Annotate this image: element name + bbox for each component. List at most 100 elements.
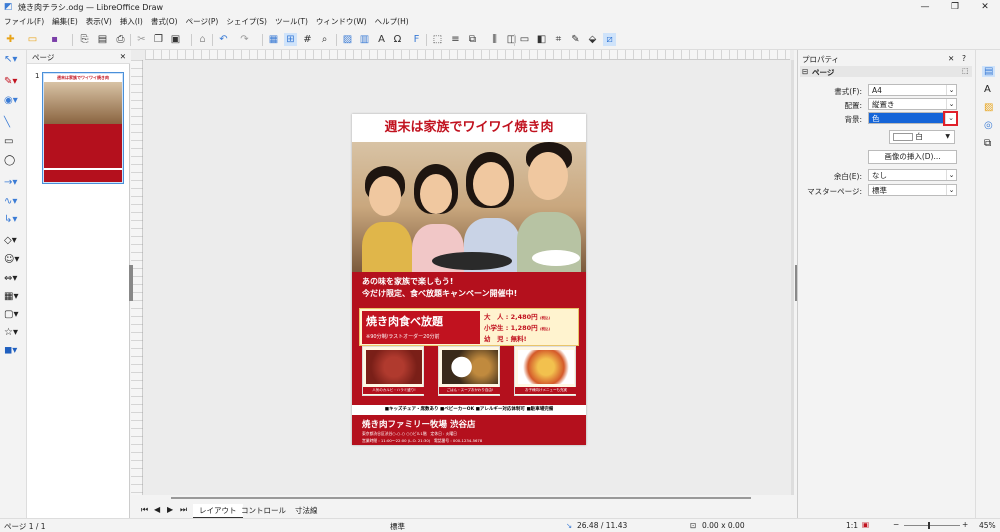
zoom-slider-handle[interactable] [928,522,930,529]
menu-shape[interactable]: シェイプ(S) [222,14,271,29]
paste-icon[interactable]: ▣ [169,33,182,46]
menu-edit[interactable]: 編集(E) [48,14,82,29]
drawing-toolbar: ↖▾ ✎▾ ◉▾ ╲ ▭ ◯ →▾ ∿▾ ↳▾ ◇▾ ☺▾ ⇔▾ ▦▾ ▢▾ ☆… [0,50,27,518]
last-page-icon[interactable]: ⏭ [180,505,187,515]
properties-deck-icon[interactable]: ▤ [982,66,996,77]
undo-icon[interactable]: ↶ [217,33,230,46]
styles-deck-icon[interactable]: A [984,84,991,95]
helplines-icon[interactable]: ⊞ [284,33,297,46]
menu-tools[interactable]: ツール(T) [271,14,312,29]
flowchart-icon[interactable]: ▦▾ [4,290,22,304]
symbol-shapes-icon[interactable]: ☺▾ [4,253,22,267]
prev-page-icon[interactable]: ◀ [154,505,160,514]
menu-help[interactable]: ヘルプ(H) [371,14,413,29]
callouts-icon[interactable]: ▢▾ [4,308,22,322]
zoom-out-icon[interactable]: − [893,520,899,529]
minimize-button[interactable]: — [910,0,940,14]
margin-dropdown[interactable]: なし ⌄ [868,169,957,181]
orientation-dropdown[interactable]: 縦置き ⌄ [868,98,957,110]
menu-insert[interactable]: 挿入(I) [116,14,147,29]
filter-icon[interactable]: ◧ [535,33,548,46]
chart-icon[interactable]: ▥ [358,33,371,46]
stars-icon[interactable]: ☆▾ [4,326,22,340]
store-hours: 営業時間 : 11:00〜22:00 (L.O. 21:30) 電話番号 : 0… [362,438,483,443]
maximize-button[interactable]: ❐ [940,0,970,14]
zoom-in-icon[interactable]: + [962,520,968,529]
shapes-deck-icon[interactable]: ⧉ [984,138,991,149]
line-tool-icon[interactable]: ╲ [4,116,22,130]
price-adult-tax: (税込) [539,316,551,320]
pane-collapse-handle[interactable] [129,265,133,301]
export-icon[interactable]: ⎘ [78,33,91,46]
gallery-deck-icon[interactable]: ▨ [984,102,993,113]
rectangle-tool-icon[interactable]: ▭ [4,135,22,149]
close-button[interactable]: ✕ [970,0,1000,14]
sidebar-menu-icon[interactable]: ? [962,54,966,63]
curve-tool-icon[interactable]: ∿▾ [4,195,22,209]
glue-icon[interactable]: ✎ [569,33,582,46]
tab-dimensions[interactable]: 寸法線 [295,505,318,516]
snap-icon[interactable]: # [301,33,314,46]
chevron-down-icon[interactable]: ⌄ [943,111,958,126]
3d-objects-icon[interactable]: ◼▾ [4,344,22,358]
toggle-extrusion-icon[interactable]: ⬙ [586,33,599,46]
insert-image-button[interactable]: 画像の挿入(D)... [868,150,957,164]
tab-controls[interactable]: コントロール [241,505,286,516]
menu-window[interactable]: ウィンドウ(W) [312,14,371,29]
background-color-picker[interactable]: 白 ▼ [889,130,955,144]
ellipse-tool-icon[interactable]: ◯ [4,154,22,168]
menu-page[interactable]: ページ(P) [182,14,223,29]
zoom-slider[interactable] [904,525,960,526]
block-arrows-icon[interactable]: ⇔▾ [4,272,22,286]
menu-format[interactable]: 書式(O) [147,14,182,29]
cut-icon[interactable]: ✂ [135,33,148,46]
crop-icon[interactable]: ▭ [518,33,531,46]
menu-view[interactable]: 表示(V) [82,14,116,29]
page-thumbnail[interactable]: 週末は家族でワイワイ焼き肉 [42,72,124,184]
more-options-icon[interactable]: ⬚ [962,67,969,75]
zoom-icon[interactable]: ⌕ [318,33,331,46]
new-icon[interactable]: ✚ [4,33,17,46]
flyer-page[interactable]: 週末は家族でワイワイ焼き肉 あの味を家族で楽しもう! 今だけ限定、食べ放題キャン… [352,114,586,445]
copy-icon[interactable]: ❐ [152,33,165,46]
text-icon[interactable]: A [375,33,388,46]
grid-icon[interactable]: ▦ [267,33,280,46]
connector-tool-icon[interactable]: ↳▾ [4,213,22,227]
select-icon[interactable]: ⧄ [603,33,616,46]
clone-icon[interactable]: ⌂ [196,33,209,46]
line-color-icon[interactable]: ✎▾ [4,75,22,89]
tab-layout[interactable]: レイアウト [193,504,243,519]
save-icon[interactable]: ▪ [48,33,61,46]
color-swatch [893,133,913,141]
arrow-tool-icon[interactable]: →▾ [4,176,22,190]
arrange-icon[interactable]: ⧉ [466,33,479,46]
vertical-scrollbar[interactable] [791,60,794,495]
size-icon: ⊡ [690,521,697,530]
menu-file[interactable]: ファイル(F) [0,14,48,29]
sidebar-close-icon[interactable]: ✕ [948,54,954,63]
master-page-dropdown[interactable]: 標準 ⌄ [868,184,957,196]
background-dropdown[interactable]: 色 ⌄ [868,111,958,126]
fill-color-icon[interactable]: ◉▾ [4,94,22,108]
collapse-icon[interactable]: ⊟ [802,67,808,76]
navigator-deck-icon[interactable]: ◎ [984,120,993,131]
shadow-icon[interactable]: ◫ [505,33,518,46]
first-page-icon[interactable]: ⏮ [141,505,148,515]
image-icon[interactable]: ▨ [341,33,354,46]
transform-icon[interactable]: ⬚ [431,33,444,46]
select-tool-icon[interactable]: ↖▾ [4,53,22,67]
print-icon[interactable]: ⎙ [114,33,127,46]
next-page-icon[interactable]: ▶ [167,505,173,514]
points-icon[interactable]: ⌗ [552,33,565,46]
special-char-icon[interactable]: Ω [391,33,404,46]
open-icon[interactable]: ▭ [26,33,39,46]
redo-icon[interactable]: ↷ [238,33,251,46]
fontwork-icon[interactable]: F [410,33,423,46]
align-icon[interactable]: ≡ [449,33,462,46]
horizontal-scrollbar[interactable] [171,497,751,499]
format-dropdown[interactable]: A4 ⌄ [868,84,957,96]
export-pdf-icon[interactable]: ▤ [96,33,109,46]
basic-shapes-icon[interactable]: ◇▾ [4,234,22,248]
distribute-icon[interactable]: ⫼ [488,33,501,46]
pane-close-icon[interactable]: ✕ [120,52,126,61]
